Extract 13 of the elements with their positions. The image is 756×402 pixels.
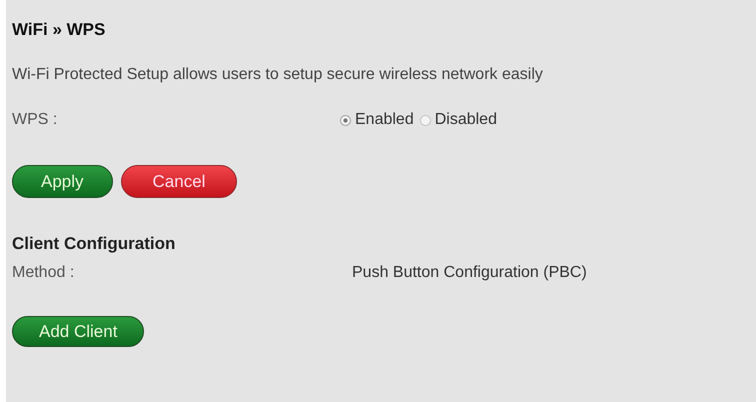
page-title: WiFi » WPS	[12, 20, 106, 40]
action-button[interactable]: Cancel	[120, 165, 238, 198]
action-button[interactable]: Apply	[12, 165, 113, 198]
add-client-button[interactable]: Add Client	[12, 316, 144, 347]
radio-label: Disabled	[434, 111, 497, 129]
radio-button[interactable]	[420, 114, 431, 126]
description-text: Wi-Fi Protected Setup allows users to setup secure wireless network easily	[12, 66, 544, 84]
wps-label: WPS :	[12, 111, 58, 129]
method-value: Push Button Configuration (PBC)	[352, 264, 587, 282]
section-heading: Client Configuration	[12, 234, 176, 254]
radio-label: Enabled	[355, 111, 414, 129]
method-label: Method :	[12, 264, 76, 282]
radio-button[interactable]	[340, 114, 351, 126]
